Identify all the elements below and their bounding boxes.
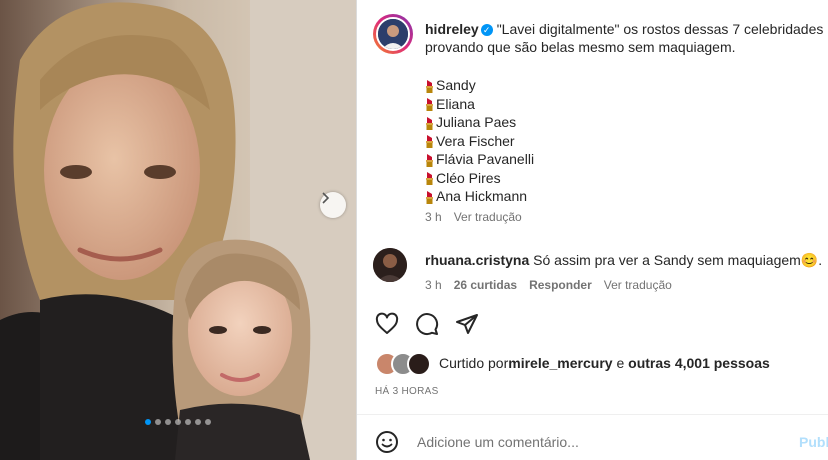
- celebrity-list-item: Eliana: [425, 95, 534, 114]
- carousel-dot: [195, 419, 201, 425]
- lipstick-icon: [425, 171, 434, 186]
- likes-others-link[interactable]: outras 4,001 pessoas: [628, 355, 770, 371]
- celebrity-name: Vera Fischer: [436, 132, 515, 149]
- carousel-dot: [185, 419, 191, 425]
- celebrity-name: Flávia Pavanelli: [436, 151, 535, 167]
- comment-username[interactable]: rhuana.cristyna: [425, 252, 529, 268]
- emoji-picker-icon[interactable]: [375, 430, 399, 454]
- comment-meta: 3 h 26 curtidas Responder Ver tradução: [425, 278, 672, 292]
- lipstick-icon: [425, 97, 434, 112]
- photo-illustration: [0, 0, 356, 460]
- celebrity-name: Juliana Paes: [436, 114, 517, 130]
- avatar-photo-icon: [378, 19, 408, 49]
- divider: [357, 414, 828, 415]
- comment-input[interactable]: [415, 433, 769, 451]
- caption-meta: 3 h Ver tradução: [425, 210, 522, 224]
- celebrity-list-item: Flávia Pavanelli: [425, 150, 534, 169]
- avatar[interactable]: [373, 14, 413, 54]
- post-details-panel: hidreley ✓ "Lavei digitalmente" os rostos …: [356, 0, 828, 460]
- carousel-dot: [175, 419, 181, 425]
- celebrity-list-item: Vera Fischer: [425, 132, 534, 151]
- reply-button[interactable]: Responder: [529, 278, 592, 292]
- comment-text-block: rhuana.cristyna Só assim pra ver a Sandy…: [425, 252, 823, 268]
- post-image[interactable]: [0, 0, 356, 460]
- chevron-right-icon: [322, 192, 330, 204]
- smile-emoji-icon: 😊: [800, 252, 819, 268]
- comment-text: Só assim pra ver a Sandy sem maquiagem: [533, 252, 801, 268]
- lipstick-icon: [425, 134, 434, 149]
- celebrity-name: Cléo Pires: [436, 169, 501, 186]
- carousel-dot: [145, 419, 151, 425]
- caption-translate-link[interactable]: Ver tradução: [454, 210, 522, 224]
- next-image-button[interactable]: [320, 192, 346, 218]
- carousel-indicator: [0, 419, 356, 425]
- comment-bubble-icon[interactable]: [415, 312, 439, 336]
- like-heart-icon[interactable]: [375, 312, 399, 336]
- comment-time[interactable]: 3 h: [425, 278, 442, 292]
- publish-button[interactable]: Publi: [799, 434, 828, 450]
- carousel-dot: [155, 419, 161, 425]
- comment-likes[interactable]: 26 curtidas: [454, 278, 517, 292]
- liker-avatars[interactable]: [375, 352, 431, 376]
- post-timestamp[interactable]: HÁ 3 HORAS: [375, 386, 439, 397]
- likes-summary: Curtido por mirele_mercury e outras 4,00…: [375, 352, 770, 376]
- share-paper-plane-icon[interactable]: [455, 312, 479, 336]
- comment-avatar-photo-icon: [373, 248, 407, 282]
- lipstick-icon: [425, 153, 434, 167]
- likes-middle: e: [612, 355, 629, 371]
- caption: hidreley ✓ "Lavei digitalmente" os rostos …: [425, 20, 825, 56]
- celebrity-name: Sandy: [436, 77, 476, 93]
- celebrity-list-item: Juliana Paes: [425, 113, 534, 132]
- comment-translate-link[interactable]: Ver tradução: [604, 278, 672, 292]
- lipstick-icon: [425, 190, 434, 204]
- liker-avatar: [407, 352, 431, 376]
- caption-username[interactable]: hidreley: [425, 21, 479, 37]
- liker-username[interactable]: mirele_mercury: [508, 355, 612, 371]
- caption-time[interactable]: 3 h: [425, 210, 442, 224]
- comment-avatar[interactable]: [373, 248, 407, 282]
- likes-prefix: Curtido por: [439, 355, 509, 371]
- carousel-dot: [205, 419, 211, 425]
- celebrity-list: Sandy Eliana Juliana Paes Vera Fischer Flávi…: [425, 76, 534, 206]
- celebrity-name: Eliana: [436, 95, 475, 112]
- lipstick-icon: [425, 79, 434, 93]
- carousel-dot: [165, 419, 171, 425]
- action-bar: [375, 312, 479, 336]
- celebrity-list-item: Ana Hickmann: [425, 187, 534, 206]
- celebrity-name: Ana Hickmann: [436, 188, 528, 204]
- add-comment-bar: Publi: [375, 430, 828, 454]
- lipstick-icon: [425, 116, 434, 130]
- celebrity-list-item: Cléo Pires: [425, 169, 534, 188]
- celebrity-list-item: Sandy: [425, 76, 534, 95]
- verified-badge-icon: ✓: [480, 24, 493, 36]
